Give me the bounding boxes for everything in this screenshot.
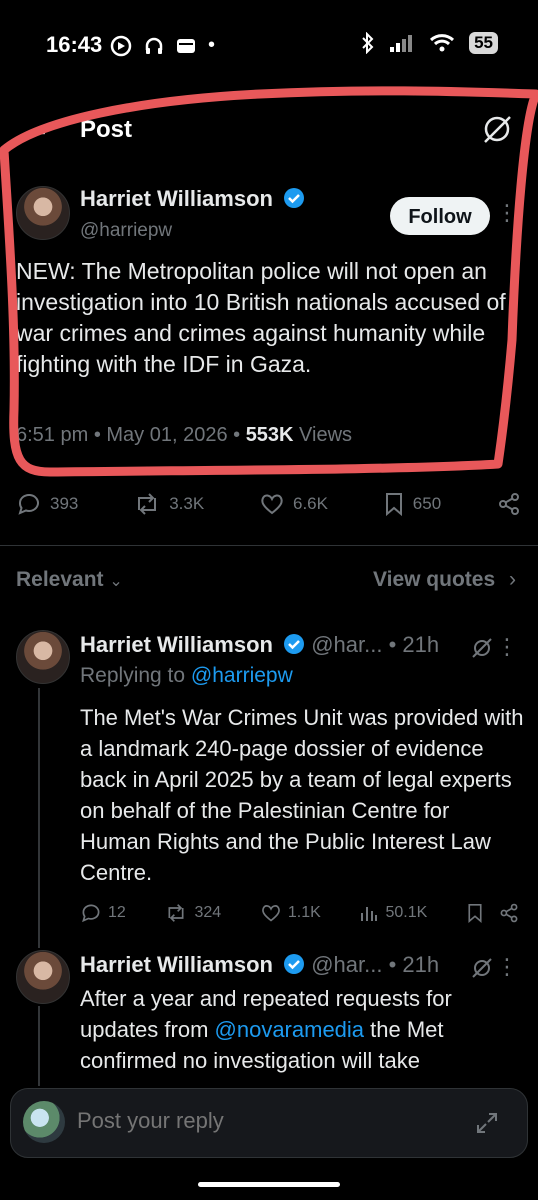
more-options-icon[interactable]: ⋮ xyxy=(496,954,518,980)
replying-to-label: Replying to xyxy=(80,664,191,687)
bookmark-icon[interactable] xyxy=(466,902,484,924)
sort-relevant-dropdown[interactable]: Relevant ⌄ xyxy=(16,568,123,592)
heart-icon xyxy=(261,494,283,515)
reply-text: The Met's War Crimes Unit was provided w… xyxy=(80,705,524,885)
reply-avatar[interactable] xyxy=(16,950,70,1004)
expand-icon[interactable] xyxy=(475,1111,499,1135)
bookmark-icon xyxy=(385,493,402,517)
like-count: 6.6K xyxy=(292,494,328,513)
views-action[interactable]: 50.1K xyxy=(359,903,427,923)
reply-author-name[interactable]: Harriet Williamson xyxy=(80,952,273,977)
replying-to: Replying to @harriepw xyxy=(80,664,293,688)
replying-to-handle[interactable]: @harriepw xyxy=(191,664,293,687)
reply-text: After a year and repeated requests for u… xyxy=(80,983,526,1075)
wallet-icon xyxy=(177,38,195,53)
page-title: Post xyxy=(80,116,133,143)
reply-header: Harriet Williamson @har... • 21h xyxy=(80,952,439,978)
author-handle[interactable]: @harriepw xyxy=(80,220,172,242)
post-actions: 393 3.3K 6.6K 650 xyxy=(16,487,522,521)
grok-icon[interactable] xyxy=(470,636,494,660)
views-count: 553K xyxy=(245,424,294,446)
sort-label: Relevant xyxy=(16,568,104,591)
more-notifications-dot: • xyxy=(208,34,216,56)
view-quotes-link[interactable]: View quotes › xyxy=(373,568,516,592)
view-quotes-label: View quotes xyxy=(373,568,496,591)
more-options-icon[interactable]: ⋮ xyxy=(496,634,518,660)
views-count: 50.1K xyxy=(385,904,428,921)
reply-age: • 21h xyxy=(388,952,440,977)
reply-action[interactable]: 393 xyxy=(16,491,78,517)
verified-badge-icon xyxy=(284,634,305,654)
battery-level: 55 xyxy=(469,32,498,54)
author-block: Harriet Williamson xyxy=(80,186,305,212)
thread-connector-line xyxy=(38,688,40,948)
views-label: Views xyxy=(293,424,353,446)
reply-author-handle[interactable]: @har... xyxy=(311,632,382,657)
verified-badge-icon xyxy=(284,188,305,208)
bluetooth-icon xyxy=(362,32,374,54)
back-arrow-icon[interactable]: ← xyxy=(24,114,50,145)
system-icons: 55 xyxy=(361,32,498,54)
reply-header: Harriet Williamson @har... • 21h xyxy=(80,632,439,658)
notification-icons: • xyxy=(110,34,215,57)
reply-count: 12 xyxy=(108,904,126,921)
author-avatar[interactable] xyxy=(16,186,70,240)
grok-icon[interactable] xyxy=(480,112,514,146)
share-icon[interactable] xyxy=(498,902,520,924)
post-timestamp: 6:51 pm • May 01, 2026 • xyxy=(16,424,246,446)
app-notification-icon xyxy=(110,35,132,56)
reply-composer[interactable] xyxy=(10,1088,528,1158)
share-action[interactable] xyxy=(496,491,522,517)
more-options-icon[interactable]: ⋮ xyxy=(496,200,518,226)
section-divider xyxy=(0,545,538,546)
home-indicator[interactable] xyxy=(198,1182,340,1187)
like-action[interactable]: 1.1K xyxy=(260,903,321,923)
wifi-icon xyxy=(430,34,455,52)
author-name[interactable]: Harriet Williamson xyxy=(80,186,273,211)
post-text: NEW: The Metropolitan police will not op… xyxy=(16,258,506,377)
reply-age: • 21h xyxy=(388,632,440,657)
signal-icon xyxy=(390,35,413,52)
verified-badge-icon xyxy=(284,954,305,974)
bookmark-action[interactable]: 650 xyxy=(383,491,441,517)
user-avatar xyxy=(23,1101,65,1143)
status-bar: 16:43 • 55 xyxy=(0,28,538,62)
share-icon xyxy=(498,493,519,515)
reply-input[interactable] xyxy=(75,1107,459,1135)
like-count: 1.1K xyxy=(287,904,321,921)
reply-action[interactable]: 12 xyxy=(80,902,126,924)
repost-action[interactable]: 3.3K xyxy=(133,492,204,516)
reply-icon xyxy=(82,904,100,923)
headphones-icon xyxy=(145,37,163,54)
reply-extra-actions xyxy=(466,902,520,924)
thread-connector-line xyxy=(38,1006,40,1086)
bookmark-count: 650 xyxy=(412,494,442,513)
heart-icon xyxy=(261,905,280,922)
grok-icon[interactable] xyxy=(470,956,494,980)
repost-count: 324 xyxy=(194,904,222,921)
chevron-down-icon: ⌄ xyxy=(109,573,123,590)
chevron-right-icon: › xyxy=(509,568,516,591)
repost-count: 3.3K xyxy=(169,494,205,513)
status-time: 16:43 xyxy=(46,32,103,57)
like-action[interactable]: 6.6K xyxy=(259,492,328,516)
repost-icon xyxy=(138,493,157,515)
follow-button[interactable]: Follow xyxy=(390,197,490,235)
top-header: ← Post xyxy=(0,108,538,152)
post-meta: 6:51 pm • May 01, 2026 • 553K Views xyxy=(16,424,352,447)
reply-count: 393 xyxy=(50,494,79,513)
reply-author-handle[interactable]: @har... xyxy=(311,952,382,977)
mention-link[interactable]: @novaramedia xyxy=(215,1017,365,1042)
repost-action[interactable]: 324 xyxy=(164,903,221,923)
reply-icon xyxy=(18,493,39,515)
reply-author-name[interactable]: Harriet Williamson xyxy=(80,632,273,657)
repost-icon xyxy=(168,904,184,922)
analytics-icon xyxy=(361,907,378,921)
reply-actions: 12 324 1.1K 50.1K xyxy=(80,900,520,926)
reply-avatar[interactable] xyxy=(16,630,70,684)
